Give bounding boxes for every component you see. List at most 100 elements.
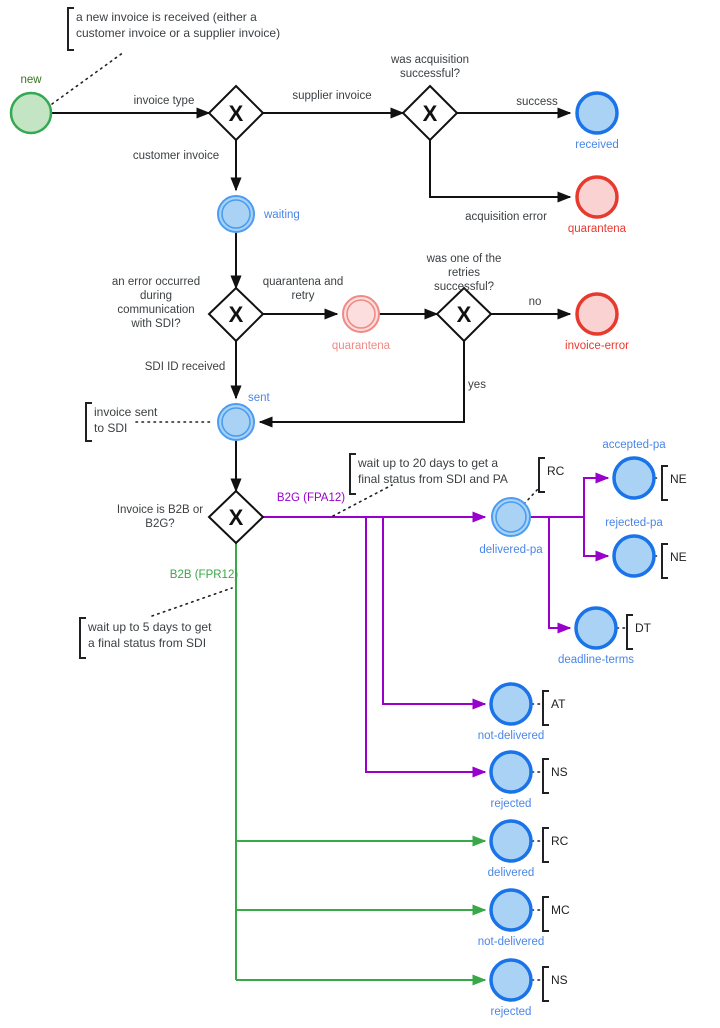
node-rejected-b2b[interactable]: rejected: [489, 958, 533, 1018]
node-rejected-b2g[interactable]: rejected: [489, 750, 533, 810]
node-label: rejected-pa: [605, 517, 663, 529]
state-circle: [489, 888, 533, 932]
note-bracket: [67, 7, 74, 51]
gateway-x-icon: X: [229, 302, 244, 327]
node-deadline-terms[interactable]: deadline-terms: [558, 606, 634, 666]
assoc-wait-5-days-note: [151, 587, 233, 617]
code-text: NS: [551, 765, 568, 779]
question-line-3: communication: [117, 304, 194, 316]
code-bracket: [661, 465, 668, 501]
gateway-question-b2b-b2g: Invoice is B2B or B2G?: [117, 504, 203, 530]
gateway-acquisition[interactable]: X: [401, 84, 459, 142]
flow-delivered-pa-to-accepted-pa: [530, 472, 610, 518]
edge-label-no: no: [529, 296, 542, 308]
node-received[interactable]: received: [575, 91, 619, 151]
note-line-1: wait up to 5 days to get: [87, 620, 212, 634]
node-rejected-pa[interactable]: rejected-pa: [605, 517, 663, 578]
gateway-b2b-b2g[interactable]: X: [207, 489, 265, 545]
code-text: NS: [551, 973, 568, 987]
node-waiting[interactable]: waiting: [217, 195, 300, 233]
code-note-at: AT: [542, 690, 566, 726]
edge-label-supplier-invoice: supplier invoice: [292, 90, 371, 102]
code-note-rc-b2b: RC: [542, 827, 569, 863]
edge-label-quarantena-retry-line1: quarantena and: [263, 276, 344, 288]
edge-label-customer-invoice: customer invoice: [133, 150, 219, 162]
question-line-1: was acquisition: [390, 54, 469, 66]
question-line-1: an error occurred: [112, 276, 200, 288]
edge-label-sdi-id-received: SDI ID received: [145, 361, 226, 373]
node-label: received: [575, 139, 618, 151]
state-circle-inner: [346, 299, 376, 329]
gateway-x-icon: X: [229, 505, 244, 530]
node-quarantena-acquisition[interactable]: quarantena: [568, 175, 627, 235]
code-bracket: [542, 966, 549, 1002]
gateway-sdi-error[interactable]: X: [207, 286, 265, 343]
gateway-retries[interactable]: X: [435, 286, 493, 343]
gateway-x-icon: X: [229, 101, 244, 126]
edge-label-invoice-type: invoice type: [134, 95, 195, 107]
state-circle: [489, 750, 533, 794]
node-label: new: [20, 74, 42, 86]
sequence-flows-black: [51, 107, 572, 493]
gateway-x-icon: X: [423, 101, 438, 126]
code-note-ns-b2g: NS: [542, 758, 568, 794]
code-note-rc-pa: RC: [538, 457, 565, 493]
note-wait-20-days: wait up to 20 days to get a final status…: [349, 453, 508, 495]
node-label: not-delivered: [478, 936, 544, 948]
flow-b2g-to-not-delivered: [382, 517, 487, 710]
node-not-delivered-b2b[interactable]: not-delivered: [478, 888, 544, 948]
note-bracket: [85, 402, 92, 442]
assoc-new-invoice-note: [51, 51, 125, 105]
node-not-delivered-b2g[interactable]: not-delivered: [478, 682, 544, 742]
edge-label-yes: yes: [468, 379, 486, 391]
node-label: rejected: [491, 798, 532, 810]
node-label: quarantena: [332, 340, 391, 352]
note-line-2: a final status from SDI: [88, 636, 206, 650]
flow-delivered-pa-to-deadline-terms: [548, 517, 572, 634]
note-line-2: final status from SDI and PA: [358, 472, 508, 486]
code-note-ns-b2b: NS: [542, 966, 568, 1002]
state-circle: [612, 534, 656, 578]
node-label: rejected: [491, 1006, 532, 1018]
node-invoice-error[interactable]: invoice-error: [565, 292, 629, 352]
code-text: AT: [551, 697, 566, 711]
node-new[interactable]: new: [9, 74, 53, 135]
code-text: NE: [670, 472, 687, 486]
gateway-invoice-type[interactable]: X: [207, 84, 265, 142]
code-text: RC: [551, 834, 569, 848]
invoice-state-machine-diagram: X X X X X new received quarantena waitin…: [9, 7, 687, 1018]
note-line-2: customer invoice or a supplier invoice): [76, 26, 280, 40]
question-line-2: retries: [448, 267, 480, 279]
state-circle: [489, 958, 533, 1002]
edge-label-b2b-fpr12: B2B (FPR12): [170, 569, 239, 581]
gateway-question-sdi-error: an error occurred during communication w…: [112, 276, 200, 330]
code-text: NE: [670, 550, 687, 564]
question-line-1: was one of the: [426, 253, 502, 265]
edge-label-quarantena-retry-line2: retry: [292, 290, 315, 302]
note-bracket: [79, 617, 86, 659]
state-circle-inner: [221, 407, 251, 437]
node-sent[interactable]: sent: [217, 392, 271, 441]
node-label: sent: [248, 392, 271, 404]
code-note-dt: DT: [626, 614, 652, 650]
node-delivered-b2b[interactable]: delivered: [488, 819, 535, 879]
state-circle: [489, 819, 533, 863]
assoc-rc-pa: [523, 488, 539, 505]
flowchart-canvas: X X X X X new received quarantena waitin…: [0, 0, 720, 1028]
question-line-2: B2G?: [145, 518, 174, 530]
node-quarantena-retry[interactable]: quarantena: [332, 295, 391, 352]
node-delivered-pa[interactable]: delivered-pa: [479, 497, 543, 556]
node-label: invoice-error: [565, 340, 629, 352]
code-bracket: [538, 457, 545, 493]
node-label: not-delivered: [478, 730, 544, 742]
code-text: RC: [547, 464, 565, 478]
node-label: delivered: [488, 867, 535, 879]
state-circle: [489, 682, 533, 726]
note-wait-5-days: wait up to 5 days to get a final status …: [79, 617, 212, 659]
code-note-mc: MC: [542, 896, 570, 932]
code-bracket: [626, 614, 633, 650]
node-accepted-pa[interactable]: accepted-pa: [602, 439, 666, 500]
state-circle: [574, 606, 618, 650]
question-line-2: during: [140, 290, 172, 302]
note-new-invoice: a new invoice is received (either a cust…: [67, 7, 280, 51]
